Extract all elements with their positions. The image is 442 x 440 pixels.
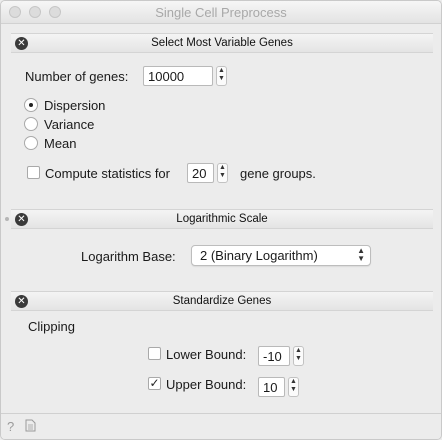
preprocess-window: Single Cell Preprocess ✕ Select Most Var…	[0, 0, 442, 440]
section-header-log-scale[interactable]: ✕ Logarithmic Scale	[11, 209, 433, 229]
window-title: Single Cell Preprocess	[155, 5, 287, 20]
upper-bound-label: Upper Bound:	[166, 377, 247, 392]
gene-groups-input[interactable]: 20	[187, 163, 214, 183]
gene-groups-stepper[interactable]: ▲ ▼	[217, 163, 228, 183]
lower-bound-label: Lower Bound:	[166, 347, 247, 362]
logarithm-base-value: 2 (Binary Logarithm)	[200, 248, 318, 263]
logarithm-base-label: Logarithm Base:	[81, 249, 176, 264]
section-title: Standardize Genes	[172, 295, 272, 307]
dispersion-radio[interactable]	[24, 98, 38, 112]
compute-statistics-checkbox[interactable]	[27, 166, 40, 179]
number-of-genes-label: Number of genes:	[25, 69, 129, 84]
help-icon[interactable]: ?	[7, 419, 14, 434]
section-header-variable-genes[interactable]: ✕ Select Most Variable Genes	[11, 33, 433, 53]
variance-label: Variance	[44, 117, 95, 132]
number-of-genes-stepper[interactable]: ▲ ▼	[216, 66, 227, 86]
status-bar: ?	[1, 413, 441, 439]
variance-radio[interactable]	[24, 117, 38, 131]
upper-bound-checkbox[interactable]: ✓	[148, 377, 161, 390]
chevron-updown-icon: ▲ ▼	[357, 246, 365, 263]
section-title: Select Most Variable Genes	[151, 37, 293, 49]
mean-radio[interactable]	[24, 136, 38, 150]
section-title: Logarithmic Scale	[176, 213, 268, 225]
number-of-genes-input[interactable]: 10000	[143, 66, 213, 86]
upper-bound-stepper[interactable]: ▲ ▼	[288, 377, 299, 397]
section-header-standardize-genes[interactable]: ✕ Standardize Genes	[11, 291, 433, 311]
title-bar: Single Cell Preprocess	[1, 1, 441, 24]
logarithm-base-select[interactable]: 2 (Binary Logarithm) ▲ ▼	[191, 245, 371, 266]
clipping-label: Clipping	[28, 319, 75, 334]
drag-handle-icon[interactable]	[5, 217, 9, 221]
upper-bound-input[interactable]: 10	[258, 377, 285, 397]
lower-bound-input[interactable]: -10	[258, 346, 290, 366]
gene-groups-label: gene groups.	[240, 166, 316, 181]
mean-label: Mean	[44, 136, 77, 151]
compute-statistics-label: Compute statistics for	[45, 166, 170, 181]
lower-bound-stepper[interactable]: ▲ ▼	[293, 346, 304, 366]
document-icon[interactable]	[25, 419, 36, 435]
lower-bound-checkbox[interactable]	[148, 347, 161, 360]
dispersion-label: Dispersion	[44, 98, 106, 113]
